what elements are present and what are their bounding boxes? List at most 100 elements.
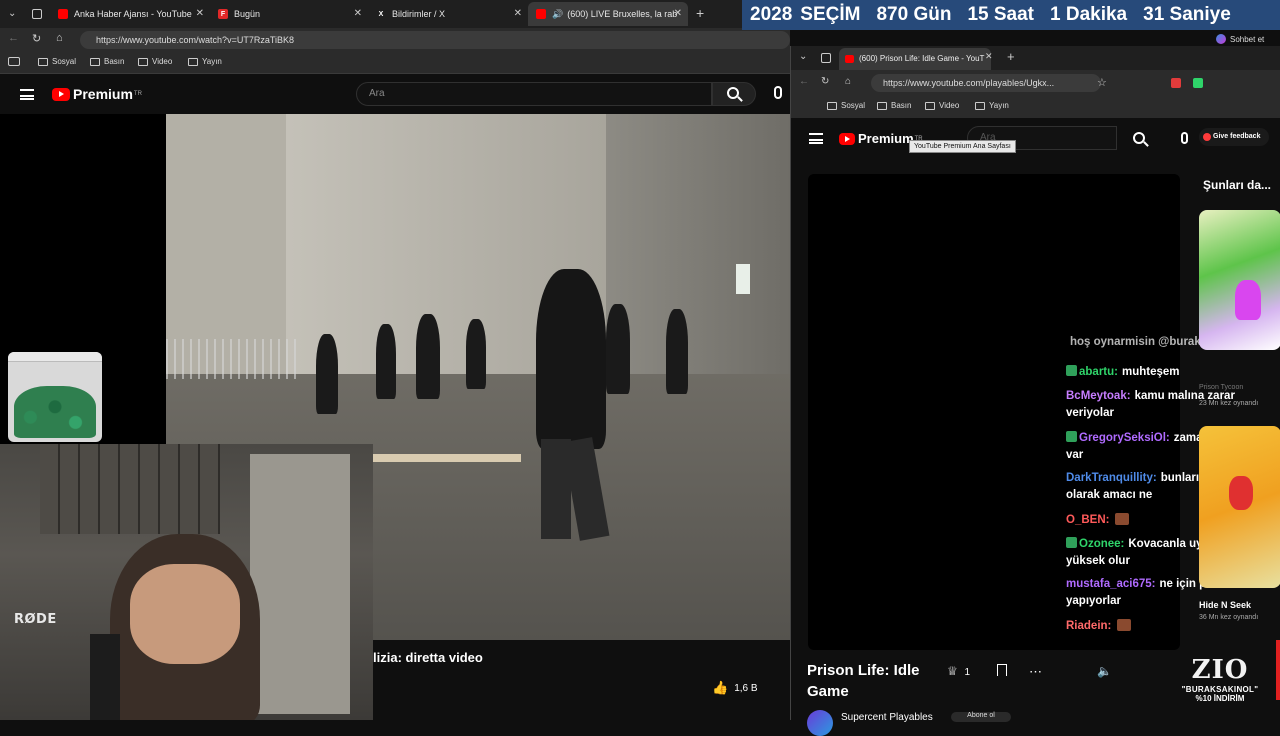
promo-code: "BURAKSAKINOL" bbox=[1181, 685, 1259, 694]
character-icon bbox=[1229, 476, 1253, 510]
flipboard-icon: F bbox=[218, 9, 228, 19]
sohbet-button[interactable]: Sohbet et bbox=[1216, 34, 1264, 44]
chat-username: BcMeytoak: bbox=[1066, 390, 1131, 402]
back-icon[interactable]: ← bbox=[799, 76, 809, 87]
bookmark-basin[interactable]: Basın bbox=[877, 101, 911, 110]
speaker-icon: 🔊 bbox=[552, 8, 564, 19]
extension-icon[interactable] bbox=[1171, 78, 1181, 88]
bookmarks-bar: Sosyal Basın Video Yayın bbox=[791, 96, 1280, 118]
search-icon[interactable] bbox=[1133, 132, 1145, 144]
countdown-seconds: 31 Saniye bbox=[1143, 4, 1231, 25]
address-bar: ← ↻ ⌂ https://www.youtube.com/playables/… bbox=[791, 70, 1280, 96]
url-field[interactable]: https://www.youtube.com/playables/Ugkx..… bbox=[871, 74, 1101, 92]
search-input[interactable]: Ara bbox=[356, 82, 712, 106]
close-icon[interactable]: ✕ bbox=[674, 8, 682, 19]
sponsor-promo-overlay: ZIO "BURAKSAKINOL" %10 İNDİRİM bbox=[1165, 655, 1275, 703]
subscriber-badge-icon bbox=[1066, 431, 1077, 442]
folder-icon bbox=[925, 101, 935, 110]
bookmark-yayin[interactable]: Yayın bbox=[975, 101, 1009, 110]
countdown-days: 870 Gün bbox=[876, 4, 952, 25]
close-icon[interactable]: ✕ bbox=[985, 51, 993, 62]
bookmark-sosyal[interactable]: Sosyal bbox=[827, 101, 865, 110]
countdown-hours: 15 Saat bbox=[967, 4, 1034, 25]
folder-icon bbox=[188, 57, 198, 66]
mic-brand-label: RØDE bbox=[14, 612, 57, 627]
menu-icon[interactable] bbox=[809, 133, 823, 144]
close-icon[interactable]: ✕ bbox=[514, 8, 522, 19]
give-feedback-button[interactable]: Give feedback bbox=[1199, 128, 1269, 146]
game-title: Prison Life: Idle Game bbox=[807, 662, 920, 700]
bookmark-video[interactable]: Video bbox=[138, 57, 172, 66]
youtube-icon bbox=[845, 55, 854, 63]
emote-icon bbox=[1115, 513, 1130, 525]
workspaces-icon[interactable] bbox=[32, 9, 42, 19]
bookmark-sosyal[interactable]: Sosyal bbox=[38, 57, 76, 66]
tab-bar: ⌄ Anka Haber Ajansı - YouTube ✕ F Bugün … bbox=[0, 0, 790, 28]
like-button[interactable]: 👍 1,6 B bbox=[712, 680, 758, 696]
close-icon[interactable]: ✕ bbox=[354, 8, 362, 19]
folder-icon bbox=[877, 101, 887, 110]
sponsor-logo: ZIO bbox=[1191, 655, 1249, 685]
home-icon[interactable]: ⌂ bbox=[56, 32, 63, 44]
shorts-header: Şunları da... bbox=[1203, 178, 1272, 192]
bookmark-yayin[interactable]: Yayın bbox=[188, 57, 222, 66]
chat-username: mustafa_aci675: bbox=[1066, 578, 1156, 590]
more-button[interactable]: ⋯ bbox=[1029, 664, 1042, 680]
promo-discount: %10 İNDİRİM bbox=[1195, 694, 1245, 703]
bookmark-video[interactable]: Video bbox=[925, 101, 959, 110]
countdown-minutes: 1 Dakika bbox=[1050, 4, 1128, 25]
tab-x[interactable]: X Bildirimler / X ✕ bbox=[368, 2, 528, 26]
volume-button[interactable]: 🔈 bbox=[1097, 664, 1112, 678]
emote-icon bbox=[1117, 619, 1132, 631]
tab-prison-life[interactable]: (600) Prison Life: Idle Game - YouT bbox=[839, 48, 991, 70]
chat-username: DarkTranquillity: bbox=[1066, 472, 1157, 484]
save-button[interactable] bbox=[997, 664, 1007, 679]
countdown-label: SEÇİM bbox=[800, 4, 861, 25]
back-icon[interactable]: ← bbox=[8, 32, 19, 44]
gem-jar-widget bbox=[8, 352, 102, 442]
reload-icon[interactable]: ↻ bbox=[32, 32, 41, 45]
subscriber-badge-icon bbox=[1066, 537, 1077, 548]
close-icon[interactable]: ✕ bbox=[196, 8, 204, 19]
webcam-feed: RØDE bbox=[0, 444, 373, 720]
reading-icon[interactable] bbox=[8, 57, 20, 66]
folder-icon bbox=[975, 101, 985, 110]
crown-icon: ♕ bbox=[947, 664, 958, 678]
workspaces-icon[interactable] bbox=[821, 53, 831, 63]
mic-icon[interactable] bbox=[774, 86, 782, 99]
subscriber-badge-icon bbox=[1066, 365, 1077, 376]
tab-actions-icon[interactable]: ⌄ bbox=[799, 51, 807, 62]
channel-name[interactable]: Supercent Playables bbox=[841, 712, 933, 723]
search-icon bbox=[727, 87, 739, 99]
tab-actions-icon[interactable]: ⌄ bbox=[8, 8, 16, 19]
video-title: lizia: diretta video bbox=[373, 650, 483, 665]
new-tab-button[interactable]: + bbox=[696, 5, 704, 21]
mic-icon[interactable] bbox=[1181, 132, 1188, 144]
folder-icon bbox=[138, 57, 148, 66]
game-card-name: Hide N Seek bbox=[1199, 600, 1252, 610]
star-icon[interactable]: ☆ bbox=[1097, 76, 1107, 89]
youtube-icon bbox=[839, 132, 855, 145]
game-card-views: 36 Mn kez oynandı bbox=[1199, 614, 1259, 621]
tab-anka[interactable]: Anka Haber Ajansı - YouTube ✕ bbox=[50, 2, 210, 26]
game-card-hide-n-seek[interactable] bbox=[1199, 426, 1280, 588]
search-button[interactable] bbox=[712, 82, 756, 106]
new-tab-button[interactable]: + bbox=[1007, 49, 1015, 64]
channel-avatar[interactable] bbox=[807, 710, 833, 736]
home-icon[interactable]: ⌂ bbox=[845, 76, 851, 87]
folder-icon bbox=[90, 57, 100, 66]
extension-icon[interactable] bbox=[1193, 78, 1203, 88]
url-field[interactable]: https://www.youtube.com/watch?v=UT7RzaTi… bbox=[80, 31, 790, 49]
youtube-premium-logo[interactable]: Premium TR bbox=[52, 86, 142, 102]
election-countdown-overlay: 2028 SEÇİM 870 Gün 15 Saat 1 Dakika 31 S… bbox=[742, 0, 1280, 30]
x-icon: X bbox=[378, 10, 384, 18]
subscribe-button[interactable]: Abone ol bbox=[951, 712, 1011, 722]
youtube-icon bbox=[536, 9, 546, 19]
crown-button[interactable]: ♕ 1 bbox=[947, 664, 970, 678]
menu-icon[interactable] bbox=[20, 89, 34, 100]
tab-live-bruxelles[interactable]: 🔊 (600) LIVE Bruxelles, la rabbia ✕ bbox=[528, 2, 688, 26]
tab-bugun[interactable]: F Bugün ✕ bbox=[210, 2, 368, 26]
game-card-prison-tycoon[interactable] bbox=[1199, 210, 1280, 350]
reload-icon[interactable]: ↻ bbox=[821, 76, 829, 87]
bookmark-basin[interactable]: Basın bbox=[90, 57, 124, 66]
